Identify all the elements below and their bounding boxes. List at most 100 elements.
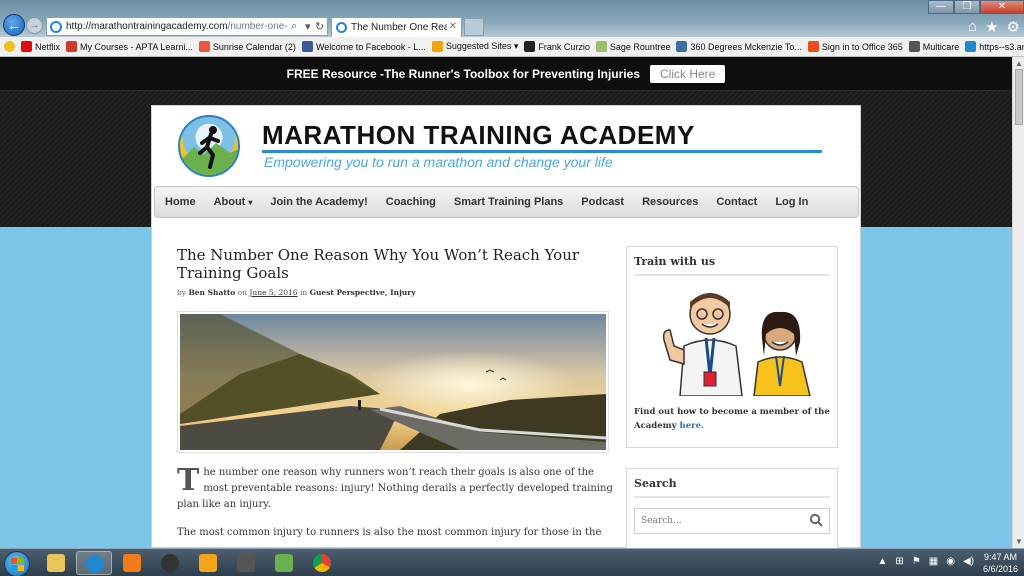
nav-about-label: About: [213, 196, 246, 208]
maximize-button[interactable]: ❐: [954, 0, 980, 14]
site-tagline: Empowering you to run a marathon and cha…: [264, 154, 613, 170]
author-link[interactable]: Ben Shatto: [188, 288, 235, 297]
article-title[interactable]: The Number One Reason Why You Won’t Reac…: [177, 246, 617, 282]
favorite-item[interactable]: Netflix: [21, 41, 60, 52]
nav-smart-training-plans[interactable]: Smart Training Plans: [454, 196, 563, 208]
tab-close-icon[interactable]: ✕: [449, 21, 457, 32]
refresh-icon[interactable]: ↻: [315, 20, 324, 33]
nav-about[interactable]: About ▾: [214, 196, 253, 208]
network-icon[interactable]: ▦: [929, 556, 938, 567]
train-with-us-widget: Train with us Find out how to become a m…: [626, 246, 838, 448]
meta-in: in: [299, 288, 308, 297]
scroll-up-icon[interactable]: ▲: [1015, 59, 1023, 68]
evernote-icon[interactable]: [266, 551, 302, 575]
media-player-icon[interactable]: [114, 551, 150, 575]
url-path: /number-one-reason#mc: [227, 21, 288, 32]
app-tray-icon[interactable]: ◉: [946, 556, 955, 567]
favorite-item[interactable]: Welcome to Facebook - L...: [301, 41, 426, 52]
page-scrollbar[interactable]: ▲ ▼: [1012, 57, 1024, 548]
favorite-label: 360 Degrees Mckenzie To...: [690, 41, 802, 52]
file-explorer-icon[interactable]: [38, 551, 74, 575]
article: The Number One Reason Why You Won’t Reac…: [177, 246, 617, 541]
search-widget: Search Search...: [626, 468, 838, 548]
article-paragraph-2: The most common injury to runners is als…: [177, 527, 602, 538]
favorite-label: https--s3.amazonaws.com...: [979, 41, 1024, 52]
favorite-item[interactable]: Frank Curzio: [524, 41, 590, 52]
favorite-item[interactable]: Sign in to Office 365: [807, 41, 903, 52]
apta-icon: [66, 41, 78, 52]
favorite-item[interactable]: Sage Rountree: [595, 41, 671, 52]
dropdown-icon[interactable]: ▾: [305, 20, 311, 33]
multicare-icon: [908, 41, 920, 52]
action-center-flag-icon[interactable]: ⚑: [912, 556, 921, 567]
article-paragraph-1-text: he number one reason why runners won’t r…: [177, 467, 613, 510]
nav-log-in[interactable]: Log In: [775, 196, 808, 208]
system-tray: ▲ ⊞ ⚑ ▦ ◉ ◀): [878, 556, 974, 567]
promo-text: FREE Resource -The Runner's Toolbox for …: [286, 66, 640, 81]
ie-icon: [50, 21, 62, 33]
site-logo-title[interactable]: MARATHON TRAINING ACADEMY: [262, 120, 695, 151]
favorite-label: Sage Rountree: [609, 41, 671, 52]
post-date[interactable]: June 5, 2016: [249, 288, 297, 297]
train-widget-body: Find out how to become a member of the A…: [634, 407, 830, 431]
favorite-item[interactable]: Sunrise Calendar (2): [198, 41, 296, 52]
article-paragraph-1: The number one reason why runners won’t …: [177, 465, 617, 513]
search-icon[interactable]: [809, 513, 823, 527]
academy-here-link[interactable]: here.: [680, 421, 704, 431]
nav-home[interactable]: Home: [165, 196, 196, 208]
settings-gear-icon[interactable]: ⚙: [1007, 18, 1020, 36]
favorite-item[interactable]: 360 Degrees Mckenzie To...: [676, 41, 802, 52]
search-icon[interactable]: ⌕: [291, 20, 297, 33]
favorite-item[interactable]: Suggested Sites ▾: [431, 41, 518, 52]
show-hidden-icons-icon[interactable]: ▲: [878, 556, 888, 567]
add-favorite-icon[interactable]: [4, 41, 15, 52]
volume-icon[interactable]: ◀): [963, 556, 974, 567]
article-meta: by Ben Shatto on June 5, 2016 in Guest P…: [177, 288, 617, 297]
search-placeholder: Search...: [641, 516, 682, 526]
favorites-star-icon[interactable]: ★: [985, 18, 998, 36]
category-links[interactable]: Guest Perspective, Injury: [310, 288, 416, 297]
favorite-label: Multicare: [922, 41, 960, 52]
content-container: MARATHON TRAINING ACADEMY Empowering you…: [151, 105, 861, 548]
itunes-icon[interactable]: [152, 551, 188, 575]
favorite-label: Frank Curzio: [538, 41, 590, 52]
promo-click-here-button[interactable]: Click Here: [650, 64, 726, 83]
internet-explorer-icon[interactable]: [76, 551, 112, 575]
sage-icon: [595, 41, 607, 52]
favorite-item[interactable]: Multicare: [908, 41, 960, 52]
nav-resources[interactable]: Resources: [642, 196, 698, 208]
chrome-icon[interactable]: [304, 551, 340, 575]
browser-titlebar: ← → http://marathontrainingacademy.com/n…: [0, 0, 1024, 37]
scroll-down-icon[interactable]: ▼: [1015, 537, 1023, 546]
back-button[interactable]: ←: [3, 14, 25, 36]
home-icon[interactable]: ⌂: [968, 18, 977, 36]
coaches-illustration[interactable]: [650, 286, 820, 397]
new-tab-button[interactable]: [464, 18, 484, 36]
nav-podcast[interactable]: Podcast: [581, 196, 624, 208]
favorite-item[interactable]: https--s3.amazonaws.com...: [965, 41, 1024, 52]
clock-date: 6/6/2016: [982, 564, 1018, 574]
forward-button[interactable]: →: [26, 17, 43, 34]
scroll-thumb[interactable]: [1015, 69, 1023, 125]
address-bar[interactable]: http://marathontrainingacademy.com/numbe…: [46, 17, 328, 36]
search-widget-title: Search: [634, 477, 830, 498]
system-clock[interactable]: 9:47 AM 6/6/2016: [983, 551, 1018, 575]
search-input[interactable]: Search...: [634, 508, 830, 534]
start-button[interactable]: [4, 551, 30, 576]
runner-logo-icon[interactable]: [178, 115, 240, 177]
nav-contact[interactable]: Contact: [716, 196, 757, 208]
um-app-icon[interactable]: [228, 551, 264, 575]
browser-tab[interactable]: The Number One Reason W... ✕: [331, 17, 462, 37]
minimize-button[interactable]: —: [928, 0, 954, 14]
nav-coaching[interactable]: Coaching: [386, 196, 436, 208]
favorite-label: My Courses - APTA Learni...: [80, 41, 193, 52]
close-window-button[interactable]: ✕: [980, 0, 1024, 14]
suggested-sites-icon: [431, 41, 443, 52]
windows-flag-icon[interactable]: ⊞: [895, 556, 903, 567]
outlook-icon[interactable]: [190, 551, 226, 575]
favorite-item[interactable]: My Courses - APTA Learni...: [66, 41, 193, 52]
favorites-bar: Netflix My Courses - APTA Learni... Sunris…: [0, 37, 1024, 57]
hero-image: [177, 311, 609, 453]
address-url[interactable]: http://marathontrainingacademy.com/numbe…: [66, 21, 288, 32]
nav-join-academy[interactable]: Join the Academy!: [270, 196, 367, 208]
